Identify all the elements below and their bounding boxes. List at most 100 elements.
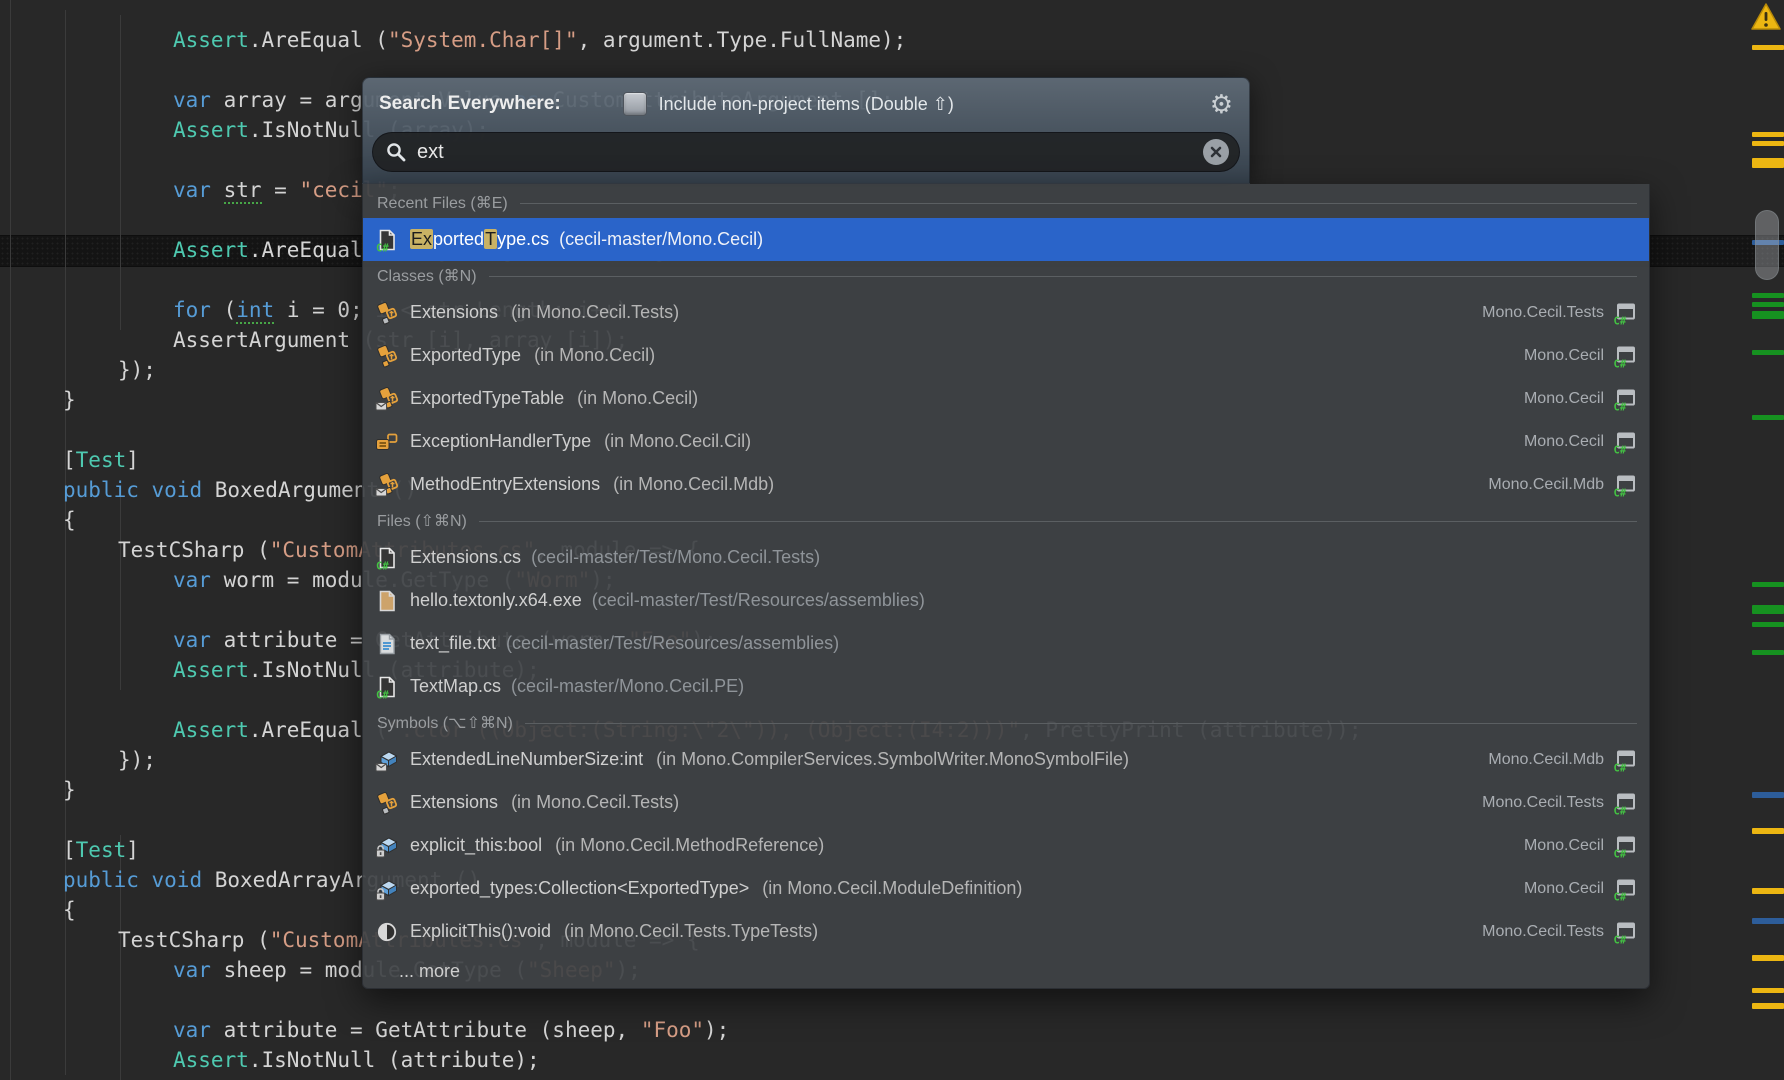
result-project: Mono.Cecil.Tests [1482, 304, 1604, 322]
stripe-mark-warning[interactable] [1752, 888, 1784, 894]
result-row[interactable]: ExtendedLineNumberSize:int(in Mono.Compi… [363, 738, 1649, 781]
stripe-mark-ok[interactable] [1752, 311, 1784, 319]
result-row[interactable]: MethodEntryExtensions(in Mono.Cecil.Mdb)… [363, 463, 1649, 506]
result-location: (in Mono.Cecil.ModuleDefinition) [762, 878, 1022, 899]
code-line[interactable]: Assert.AreEqual ("System.Char[]", argume… [173, 25, 906, 55]
csharp-project-icon: C# [1613, 920, 1637, 944]
result-name: MethodEntryExtensions [410, 474, 600, 495]
result-row[interactable]: text_file.txt (cecil-master/Test/Resource… [363, 622, 1649, 665]
csharp-project-icon: C# [1613, 748, 1637, 772]
stripe-mark-ok[interactable] [1752, 293, 1784, 298]
popup-title: Search Everywhere: [379, 93, 561, 115]
scrollbar-thumb[interactable] [1755, 210, 1779, 280]
result-project: Mono.Cecil.Mdb [1488, 751, 1604, 769]
result-row[interactable]: ExportedType (in Mono.Cecil) Mono.Cecil C# [363, 334, 1649, 377]
result-row[interactable]: Extensions (in Mono.Cecil.Tests) Mono.Ceci… [363, 291, 1649, 334]
stripe-mark-ok[interactable] [1752, 415, 1784, 420]
section-rule [479, 521, 1637, 522]
code-line[interactable]: var attribute = GetAttribute (sheep, "Fo… [173, 1015, 729, 1045]
warning-triangle-icon[interactable] [1750, 2, 1782, 32]
code-line[interactable]: { [63, 505, 76, 535]
stripe-mark-warning[interactable] [1752, 45, 1784, 50]
code-line[interactable]: [Test] [63, 445, 139, 475]
include-non-project-checkbox[interactable] [623, 92, 647, 116]
cs-file-icon: C# [375, 546, 399, 570]
code-line[interactable]: }); [118, 355, 156, 385]
result-row[interactable]: exported_types:Collection<ExportedType> (… [363, 867, 1649, 910]
stripe-mark-ok[interactable] [1752, 302, 1784, 307]
stripe-mark-info[interactable] [1752, 792, 1784, 798]
svg-text:C#: C# [376, 560, 389, 570]
stripe-mark-ok[interactable] [1752, 622, 1784, 627]
result-row[interactable]: Extensions(in Mono.Cecil.Tests)Mono.Ceci… [363, 781, 1649, 824]
stripe-mark-warning[interactable] [1752, 828, 1784, 834]
more-results-row[interactable]: ... more [363, 953, 1649, 989]
result-row[interactable]: ExplicitThis():void(in Mono.Cecil.Tests.… [363, 910, 1649, 953]
result-name: ExportedType.cs [410, 229, 549, 250]
section-rule [525, 723, 1637, 724]
stripe-mark-warning[interactable] [1752, 158, 1784, 168]
stripe-mark-warning[interactable] [1752, 955, 1784, 961]
result-project: Mono.Cecil.Tests [1482, 923, 1604, 941]
search-results-list: Recent Files (⌘E)C#ExportedType.cs(cecil… [362, 184, 1650, 989]
result-location: (in Mono.Cecil.Tests) [511, 302, 679, 323]
section-header: Classes (⌘N) [363, 261, 1649, 291]
include-non-project-label[interactable]: Include non-project items (Double ⇧) [659, 94, 954, 115]
result-name: TextMap.cs [410, 676, 501, 697]
section-rule [489, 276, 1637, 277]
result-row[interactable]: hello.textonly.x64.exe(cecil-master/Test… [363, 579, 1649, 622]
result-path: (cecil-master/Test/Mono.Cecil.Tests) [531, 547, 820, 568]
search-input[interactable] [415, 140, 1203, 165]
result-row[interactable]: ExportedTypeTable(in Mono.Cecil)Mono.Cec… [363, 377, 1649, 420]
code-line[interactable]: [Test] [63, 835, 139, 865]
svg-text:C#: C# [1614, 805, 1627, 815]
field-internal-icon [375, 748, 399, 772]
code-line[interactable]: }); [118, 745, 156, 775]
csharp-project-icon: C# [1613, 791, 1637, 815]
stripe-mark-warning[interactable] [1752, 141, 1784, 146]
field-private-icon [375, 834, 399, 858]
result-location: (in Mono.Cecil.Tests) [511, 792, 679, 813]
result-path: (cecil-master/Mono.Cecil) [559, 229, 763, 250]
stripe-mark-ok[interactable] [1752, 650, 1784, 655]
stripe-mark-warning[interactable] [1752, 988, 1784, 993]
csharp-project-icon: C# [1613, 387, 1637, 411]
section-label: Files (⇧⌘N) [377, 511, 467, 531]
result-name: exported_types:Collection<ExportedType> [410, 878, 749, 899]
result-row[interactable]: C# TextMap.cs (cecil-master/Mono.Cecil.PE) [363, 665, 1649, 708]
result-name: text_file.txt [410, 633, 496, 654]
clear-search-icon[interactable] [1203, 139, 1229, 165]
stripe-mark-ok[interactable] [1752, 582, 1784, 587]
stripe-mark-info[interactable] [1752, 918, 1784, 924]
search-field[interactable] [372, 132, 1240, 172]
csharp-project-icon: C# [1613, 430, 1637, 454]
result-row[interactable]: explicit_this:bool(in Mono.Cecil.MethodR… [363, 824, 1649, 867]
search-everywhere-popup-header: Search Everywhere: Include non-project i… [362, 77, 1250, 184]
result-row[interactable]: C#ExportedType.cs(cecil-master/Mono.Ceci… [363, 218, 1649, 261]
result-project: Mono.Cecil [1524, 837, 1604, 855]
code-line[interactable]: } [63, 385, 76, 415]
result-row[interactable]: C#Extensions.cs(cecil-master/Test/Mono.C… [363, 536, 1649, 579]
result-location: (in Mono.Cecil) [534, 345, 655, 366]
code-line[interactable]: } [63, 775, 76, 805]
result-path: (cecil-master/Mono.Cecil.PE) [511, 676, 744, 697]
result-row[interactable]: ExceptionHandlerType(in Mono.Cecil.Cil)M… [363, 420, 1649, 463]
svg-text:C#: C# [1614, 358, 1627, 368]
stripe-mark-ok[interactable] [1752, 350, 1784, 355]
gear-icon[interactable]: ⚙ [1210, 91, 1233, 117]
stripe-mark-warning[interactable] [1752, 1003, 1784, 1009]
code-line[interactable]: { [63, 895, 76, 925]
result-path: (cecil-master/Test/Resources/assemblies) [506, 633, 839, 654]
match-highlight: Ex [410, 229, 433, 249]
result-name: Extensions [410, 302, 498, 323]
svg-text:C#: C# [376, 689, 389, 699]
result-project: Mono.Cecil [1524, 347, 1604, 365]
code-line[interactable]: Assert.IsNotNull (attribute); [173, 1045, 540, 1075]
stripe-mark-warning[interactable] [1752, 132, 1784, 137]
enum-icon [375, 430, 399, 454]
result-name: ExtendedLineNumberSize:int [410, 749, 643, 770]
stripe-mark-ok[interactable] [1752, 605, 1784, 614]
csharp-project-icon: C# [1613, 301, 1637, 325]
result-name: ExportedType [410, 345, 521, 366]
class-internal-icon [375, 473, 399, 497]
